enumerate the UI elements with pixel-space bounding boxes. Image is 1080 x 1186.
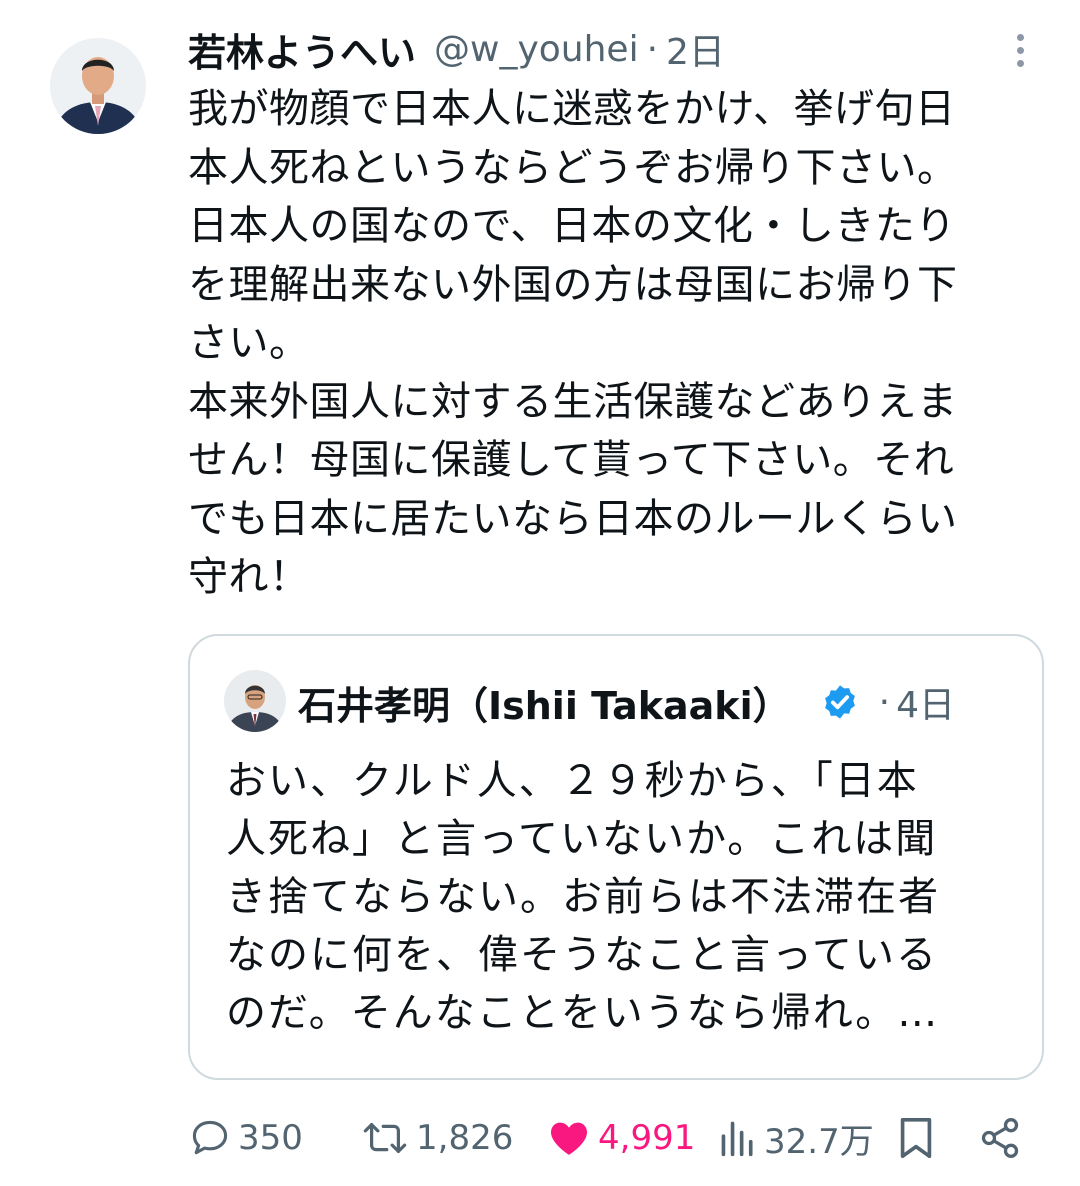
tweet-timestamp[interactable]: 2日	[666, 23, 725, 75]
verified-badge-icon	[824, 685, 855, 719]
heart-filled-icon	[550, 1122, 588, 1155]
author-avatar-image	[50, 38, 146, 134]
bookmark-icon	[900, 1117, 932, 1159]
views-button[interactable]: 32.7万	[718, 1110, 874, 1166]
author-name[interactable]: 若林ようへい	[188, 22, 416, 77]
quoted-author-name[interactable]: 石井孝明（Ishii Takaaki）	[298, 675, 791, 730]
like-count: 4,991	[598, 1118, 696, 1158]
tweet-header: 若林ようへい @w_youhei · 2日	[188, 22, 1040, 77]
separator-dot: ·	[646, 28, 659, 70]
quoted-avatar-image	[224, 670, 286, 732]
quoted-tweet-text: おい、クルド人、２９秒から、「日本 人死ね」と言っていないか。これは聞 き捨てな…	[226, 758, 940, 1036]
quoted-tweet-card[interactable]: 石井孝明（Ishii Takaaki） · 4日 おい、クルド人、２９秒から、「…	[188, 634, 1044, 1080]
author-handle[interactable]: @w_youhei	[434, 29, 639, 70]
bookmark-button[interactable]	[896, 1110, 936, 1166]
reply-button[interactable]: 350	[188, 1110, 303, 1166]
quoted-author-avatar[interactable]	[224, 670, 286, 732]
author-avatar[interactable]	[50, 38, 146, 134]
share-nodes-icon	[981, 1118, 1019, 1158]
bar-chart-icon	[721, 1121, 753, 1157]
separator-dot: ·	[878, 681, 891, 723]
share-button[interactable]	[978, 1110, 1022, 1166]
speech-bubble-icon	[192, 1120, 228, 1155]
reply-count: 350	[238, 1118, 303, 1158]
quoted-tweet-timestamp[interactable]: 4日	[896, 676, 955, 728]
more-options-button[interactable]	[1000, 28, 1040, 72]
vertical-ellipsis-icon	[1016, 33, 1024, 41]
retweet-arrows-icon	[363, 1123, 407, 1154]
retweet-count: 1,826	[416, 1118, 514, 1158]
tweet-text: 我が物顔で日本人に迷惑をかけ、挙げ句日 本人死ねというならどうぞお帰り下さい。 …	[188, 86, 958, 600]
quoted-tweet-header: 石井孝明（Ishii Takaaki） · 4日	[298, 674, 955, 730]
tweet[interactable]: 若林ようへい @w_youhei · 2日 我が物顔で日本人に迷惑をかけ、挙げ句…	[0, 0, 1080, 1186]
tweet-action-bar: 350 1,826 4,991 32.7万	[188, 1110, 1048, 1166]
retweet-button[interactable]: 1,826	[360, 1110, 513, 1166]
view-count: 32.7万	[764, 1121, 874, 1162]
like-button[interactable]: 4,991	[546, 1110, 695, 1166]
